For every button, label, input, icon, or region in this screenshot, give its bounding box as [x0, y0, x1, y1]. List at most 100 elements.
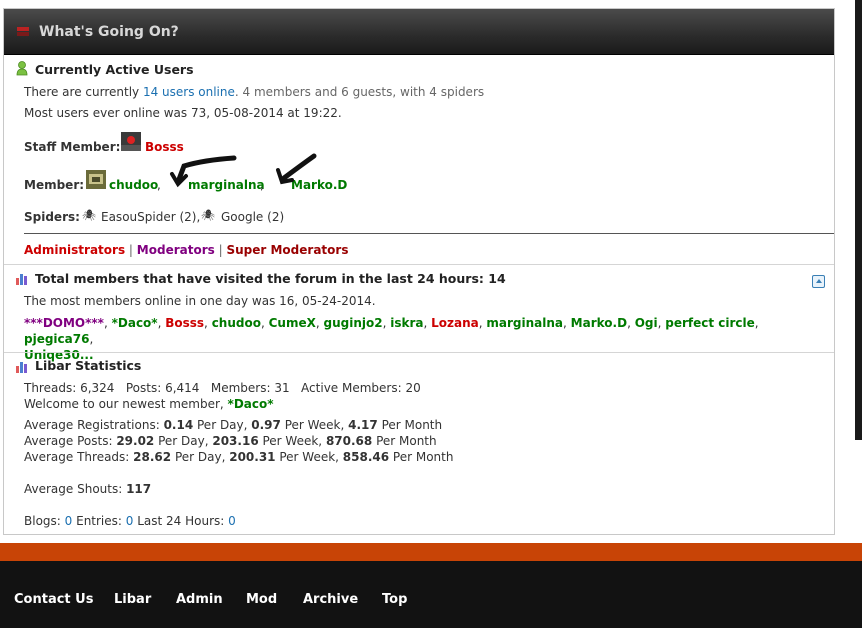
staff-label: Staff Member:	[24, 140, 121, 154]
newest-member-link[interactable]: *Daco*	[228, 397, 274, 411]
visited-member[interactable]: iskra	[390, 316, 423, 330]
legend-divider	[24, 233, 834, 234]
blogs-value[interactable]: 0	[65, 514, 73, 528]
visited-member[interactable]: guginjo2	[324, 316, 383, 330]
last24-value[interactable]: 0	[228, 514, 236, 528]
comma: ,	[260, 178, 264, 192]
shouts-value: 117	[126, 482, 152, 496]
spider-icon: 🕷	[201, 209, 215, 222]
avg-threads-line: Average Threads: 28.62 Per Day, 200.31 P…	[24, 450, 453, 464]
reg-label: Average Registrations:	[24, 418, 164, 432]
avg-registrations-line: Average Registrations: 0.14 Per Day, 0.9…	[24, 418, 442, 432]
footer-nav: Contact Us Libar Admin Mod Archive Top	[0, 561, 862, 628]
entries-label: Entries:	[76, 514, 126, 528]
user-icon	[16, 61, 28, 76]
per-week: Per Week,	[258, 434, 326, 448]
legend-separator: |	[218, 243, 223, 257]
visited-member[interactable]: chudoo	[212, 316, 261, 330]
visited-member[interactable]: Lozana	[431, 316, 479, 330]
visited-member[interactable]: Ogi	[635, 316, 658, 330]
comma: ,	[157, 178, 161, 192]
per-day: Per Day,	[171, 450, 230, 464]
totals-line: Threads: 6,324 Posts: 6,414 Members: 31 …	[24, 381, 421, 395]
member-chudoo[interactable]: chudoo	[109, 178, 158, 192]
whats-going-on-panel: What's Going On? Currently Active Users …	[3, 8, 835, 535]
footer-link-archive[interactable]: Archive	[303, 592, 358, 607]
footer-link-top[interactable]: Top	[382, 592, 407, 607]
shouts-label: Average Shouts:	[24, 482, 127, 496]
section-divider	[4, 352, 834, 353]
visited-member[interactable]: marginalna	[486, 316, 563, 330]
reg-month: 4.17	[348, 418, 378, 432]
avg-shouts-line: Average Shouts: 117	[24, 482, 151, 496]
hand-drawn-arrow-1	[170, 155, 237, 188]
threads-day: 28.62	[133, 450, 172, 464]
per-day: Per Day,	[154, 434, 213, 448]
hand-drawn-arrow-2	[276, 153, 317, 185]
visited-member[interactable]: CumeX	[269, 316, 316, 330]
right-shadow	[855, 0, 862, 440]
blogs-line: Blogs: 0 Entries: 0 Last 24 Hours: 0	[24, 514, 236, 528]
users-online-link[interactable]: 14 users online	[143, 85, 235, 99]
collapse-button[interactable]	[812, 275, 825, 288]
active-users-title: Currently Active Users	[35, 62, 194, 77]
per-week: Per Week,	[275, 450, 343, 464]
member-avatar	[86, 170, 106, 189]
avg-posts-line: Average Posts: 29.02 Per Day, 203.16 Per…	[24, 434, 437, 448]
threads-month: 858.46	[342, 450, 390, 464]
visited-member[interactable]: Bosss	[165, 316, 204, 330]
section-divider	[4, 264, 834, 265]
newest-member-line: Welcome to our newest member, *Daco*	[24, 397, 274, 411]
welcome-prefix: Welcome to our newest member,	[24, 397, 228, 411]
spider-easou: EasouSpider (2),	[101, 210, 201, 224]
spider-icon: 🕷	[82, 209, 96, 222]
legend-super-moderators[interactable]: Super Moderators	[226, 243, 348, 257]
footer-link-contact-us[interactable]: Contact Us	[14, 592, 93, 607]
legend-moderators[interactable]: Moderators	[137, 243, 215, 257]
posts-label: Average Posts:	[24, 434, 117, 448]
reg-day: 0.14	[163, 418, 194, 432]
visited-member[interactable]: ***DOMO***	[24, 316, 104, 330]
footer-link-libar[interactable]: Libar	[114, 592, 151, 607]
staff-avatar	[121, 132, 141, 151]
last24-label: Last 24 Hours:	[137, 514, 229, 528]
per-day: Per Day,	[193, 418, 252, 432]
blogs-label: Blogs:	[24, 514, 65, 528]
stats-chart-icon	[16, 274, 27, 285]
online-prefix: There are currently	[24, 85, 143, 99]
spider-google: Google (2)	[221, 210, 285, 224]
panel-header: What's Going On?	[4, 9, 834, 55]
visited-member[interactable]: perfect circle	[665, 316, 755, 330]
reg-week: 0.97	[251, 418, 281, 432]
footer-link-admin[interactable]: Admin	[176, 592, 223, 607]
footer-accent-bar	[0, 543, 862, 561]
most-users-line: Most users ever online was 73, 05-08-201…	[24, 106, 342, 120]
visited-members-list: ***DOMO***, *Daco*, Bosss, chudoo, CumeX…	[24, 316, 759, 362]
posts-week: 203.16	[212, 434, 259, 448]
visited-member[interactable]: Marko.D	[571, 316, 627, 330]
posts-day: 29.02	[116, 434, 155, 448]
panel-title: What's Going On?	[39, 24, 179, 40]
entries-value[interactable]: 0	[126, 514, 134, 528]
page: What's Going On? Currently Active Users …	[0, 0, 862, 628]
visited-member[interactable]: pjegica76	[24, 332, 89, 346]
most-members-line: The most members online in one day was 1…	[24, 294, 376, 308]
usergroup-legend: Administrators | Moderators | Super Mode…	[24, 243, 348, 257]
posts-month: 870.68	[325, 434, 373, 448]
online-suffix: . 4 members and 6 guests, with 4 spiders	[234, 85, 485, 99]
visited-member[interactable]: *Daco*	[112, 316, 158, 330]
per-week: Per Week,	[280, 418, 349, 432]
per-month: Per Month	[372, 434, 437, 448]
legend-administrators[interactable]: Administrators	[24, 243, 125, 257]
online-count-line: There are currently 14 users online. 4 m…	[24, 85, 484, 99]
per-month: Per Month	[389, 450, 454, 464]
visited-title: Total members that have visited the foru…	[35, 271, 506, 286]
threads-label: Average Threads:	[24, 450, 134, 464]
forum-icon	[17, 27, 29, 36]
member-label: Member:	[24, 178, 85, 192]
spiders-label: Spiders:	[24, 210, 80, 224]
footer-link-mod[interactable]: Mod	[246, 592, 277, 607]
stats-chart-icon	[16, 362, 27, 373]
statistics-title: Libar Statistics	[35, 358, 142, 373]
legend-separator: |	[128, 243, 133, 257]
